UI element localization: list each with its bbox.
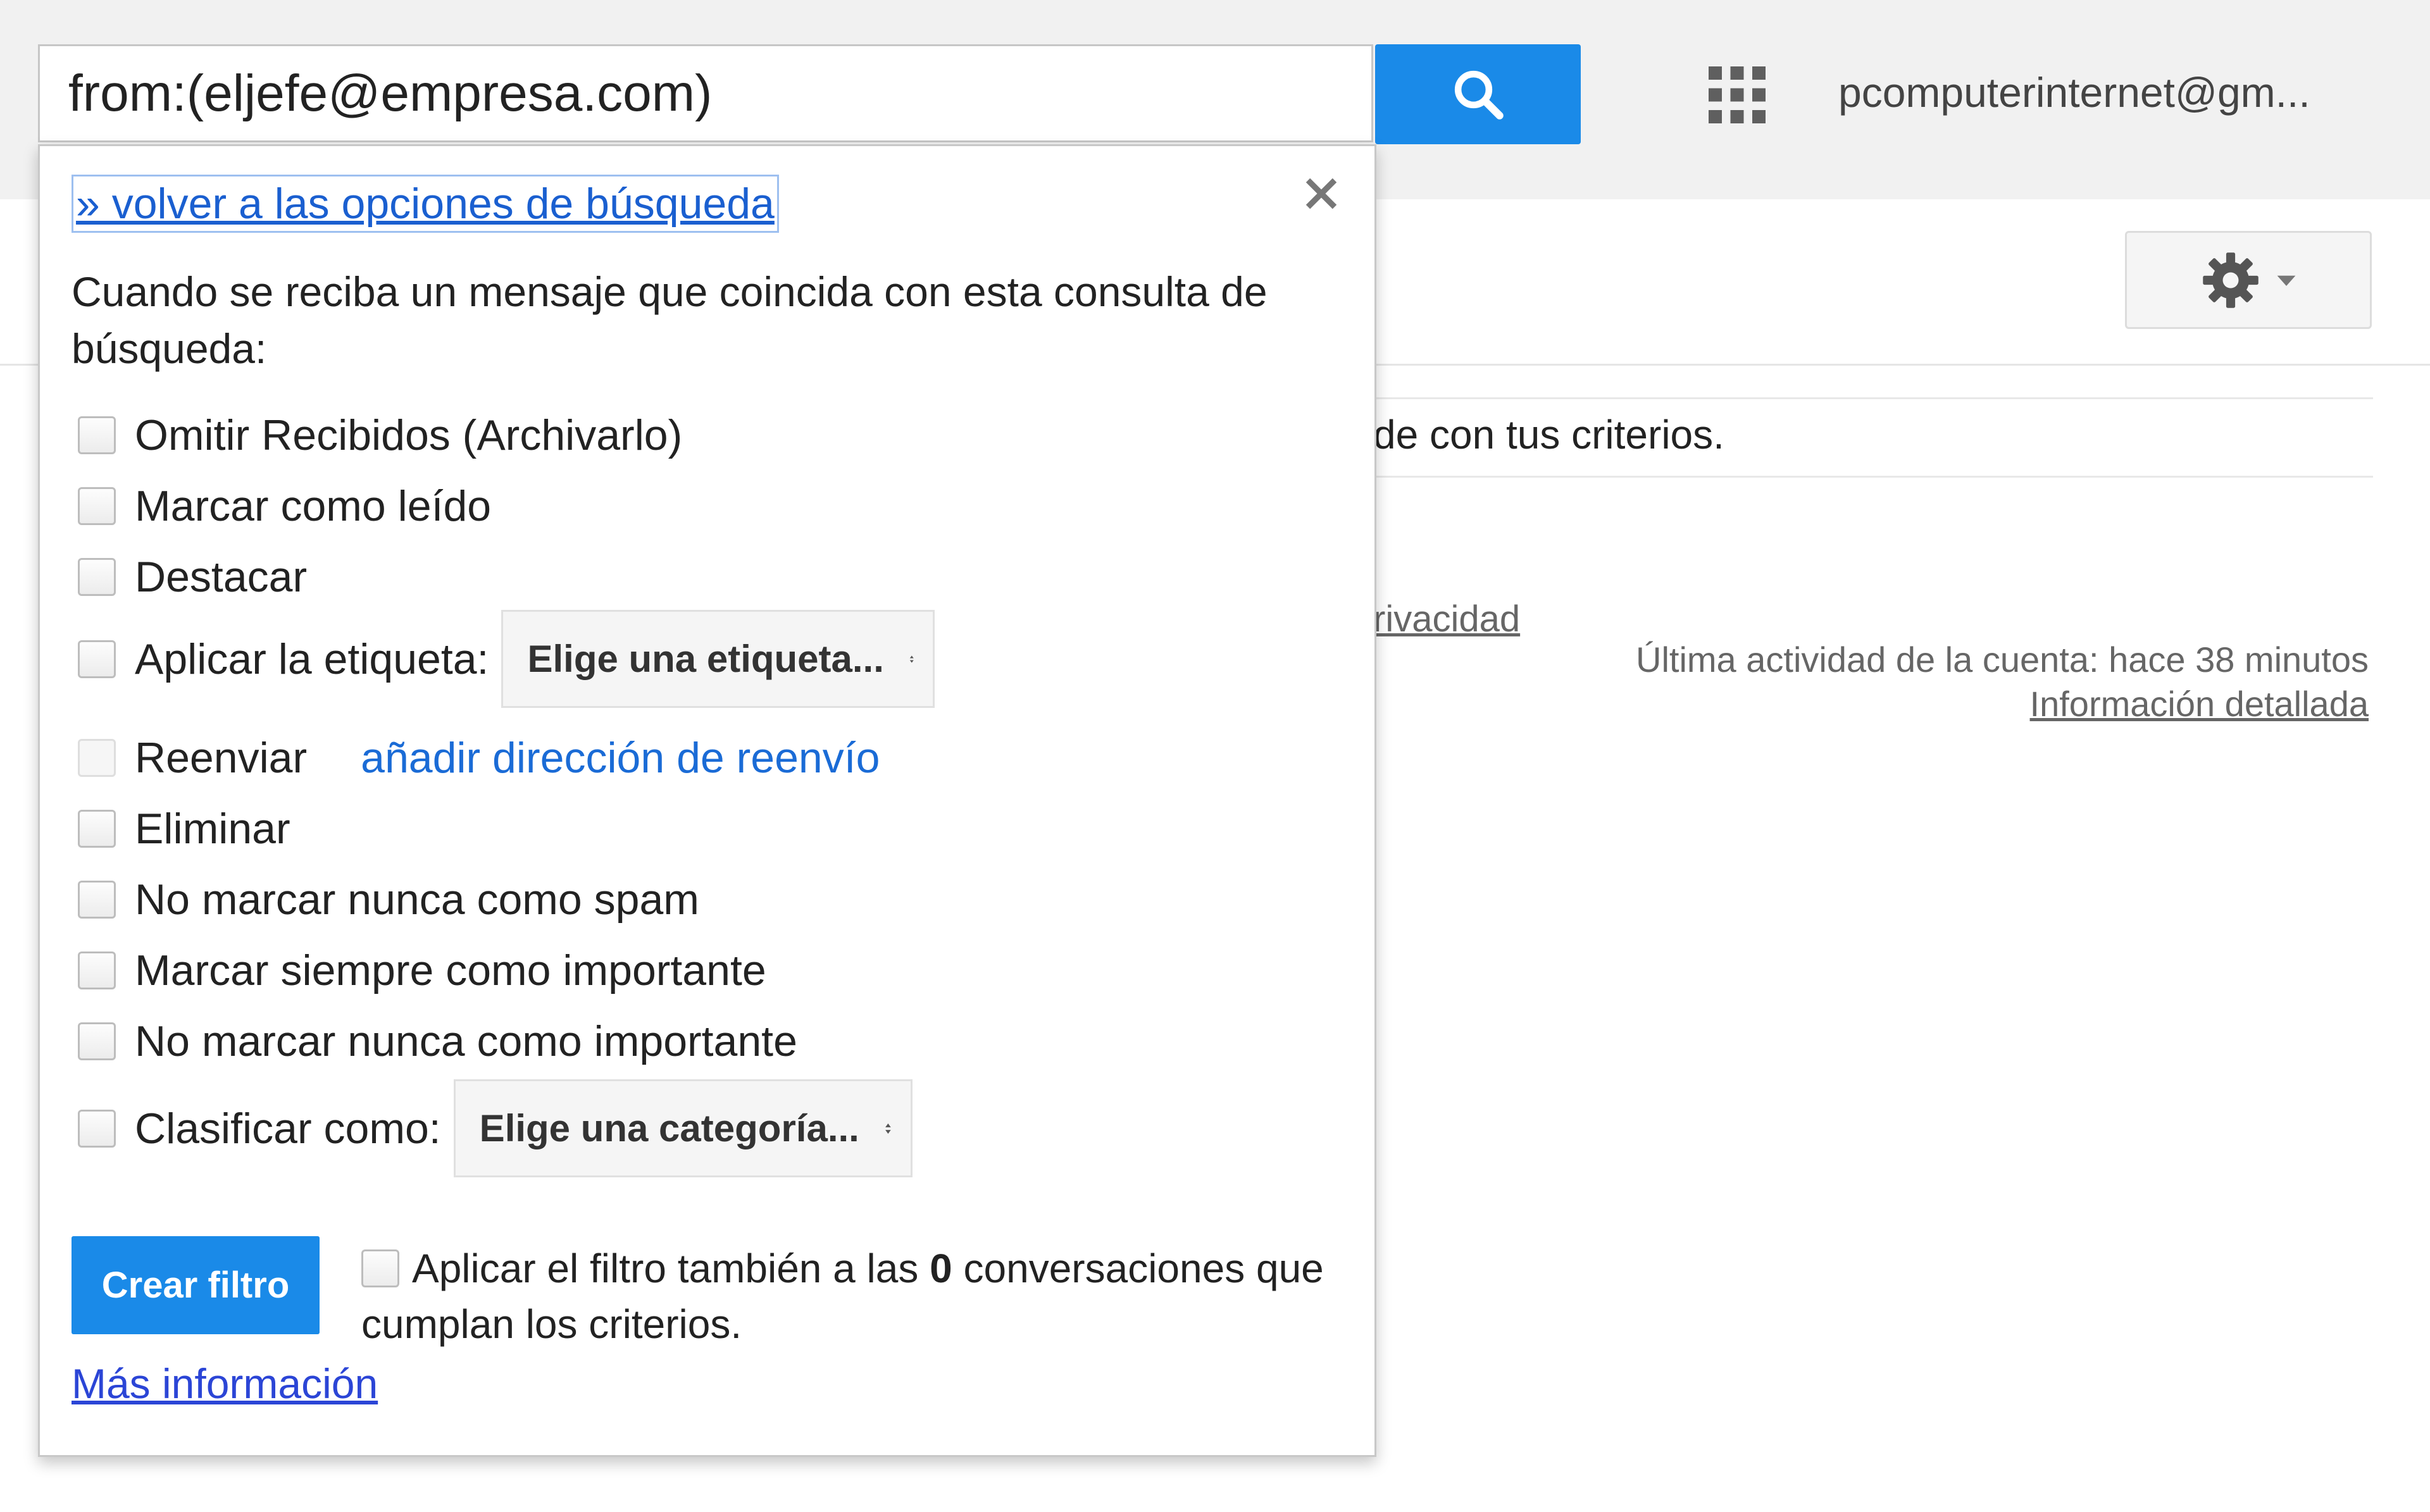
select-arrows-icon [885,1123,891,1134]
star-checkbox[interactable] [78,558,116,596]
label-select-value: Elige una etiqueta... [527,638,884,680]
create-filter-button[interactable]: Crear filtro [72,1236,320,1334]
results-divider-bottom [1373,476,2373,478]
option-never-important[interactable]: No marcar nunca como importante [78,1013,797,1070]
categorize-label: Clasificar como: [135,1104,441,1153]
back-to-search-options-link[interactable]: » volver a las opciones de búsqueda [72,175,779,233]
mark-read-checkbox[interactable] [78,487,116,525]
privacy-link[interactable]: rivacidad [1373,598,1520,640]
category-select[interactable]: Elige una categoría... [453,1079,913,1177]
filter-intro-text: Cuando se reciba un mensaje que coincida… [72,268,1268,372]
close-icon[interactable] [1299,171,1343,216]
search-input[interactable]: from:(eljefe@empresa.com) [38,44,1373,142]
option-delete[interactable]: Eliminar [78,800,290,857]
forward-checkbox[interactable] [78,739,116,777]
never-spam-checkbox[interactable] [78,881,116,919]
category-select-value: Elige una categoría... [479,1107,859,1149]
search-icon [1454,70,1504,120]
apply-label-checkbox[interactable] [78,640,116,678]
option-mark-read[interactable]: Marcar como leído [78,478,491,535]
results-divider-top [1373,397,2373,399]
skip-inbox-checkbox[interactable] [78,416,116,454]
option-forward[interactable]: Reenviar añadir dirección de reenvío [78,729,880,786]
gear-icon [2203,252,2259,308]
last-activity-text: Última actividad de la cuenta: hace 38 m… [1636,640,2369,679]
delete-checkbox[interactable] [78,810,116,848]
never-spam-label: No marcar nunca como spam [135,876,699,924]
skip-inbox-label: Omitir Recibidos (Archivarlo) [135,411,683,459]
option-star[interactable]: Destacar [78,548,307,605]
star-label: Destacar [135,553,308,601]
account-email[interactable]: pcomputerinternet@gm... [1838,68,2310,116]
more-info-link[interactable]: Más información [72,1360,378,1408]
delete-label: Eliminar [135,805,290,853]
apply-to-existing-option: Aplicar el filtro también a las 0 conver… [361,1241,1336,1352]
mark-read-label: Marcar como leído [135,482,492,530]
option-never-spam[interactable]: No marcar nunca como spam [78,871,699,928]
always-important-checkbox[interactable] [78,951,116,989]
add-forwarding-address-link[interactable]: añadir dirección de reenvío [361,733,880,783]
settings-button[interactable] [2125,231,2372,329]
option-categorize[interactable]: Clasificar como: Elige una categoría... [78,1079,913,1177]
option-always-important[interactable]: Marcar siempre como importante [78,942,766,999]
forward-label: Reenviar [135,734,308,782]
never-important-label: No marcar nunca como importante [135,1017,797,1065]
activity-details-link[interactable]: Información detallada [2030,683,2369,724]
apply-to-existing-checkbox[interactable] [361,1249,399,1288]
caret-down-icon [2277,275,2296,286]
option-apply-label[interactable]: Aplicar la etiqueta: Elige una etiqueta.… [78,610,935,708]
categorize-checkbox[interactable] [78,1109,116,1148]
apply-label-label: Aplicar la etiqueta: [135,635,489,683]
apply-text-pre: Aplicar el filtro también a las [412,1246,930,1291]
create-filter-popup: » volver a las opciones de búsqueda Cuan… [38,144,1376,1457]
apply-count: 0 [930,1246,952,1291]
apps-grid-icon[interactable] [1709,66,1766,123]
always-important-label: Marcar siempre como importante [135,946,766,995]
select-arrows-icon [909,655,914,663]
no-results-message: de con tus criterios. [1373,412,1724,457]
never-important-checkbox[interactable] [78,1022,116,1060]
search-button[interactable] [1375,44,1581,144]
option-skip-inbox[interactable]: Omitir Recibidos (Archivarlo) [78,407,682,464]
label-select[interactable]: Elige una etiqueta... [501,610,935,708]
